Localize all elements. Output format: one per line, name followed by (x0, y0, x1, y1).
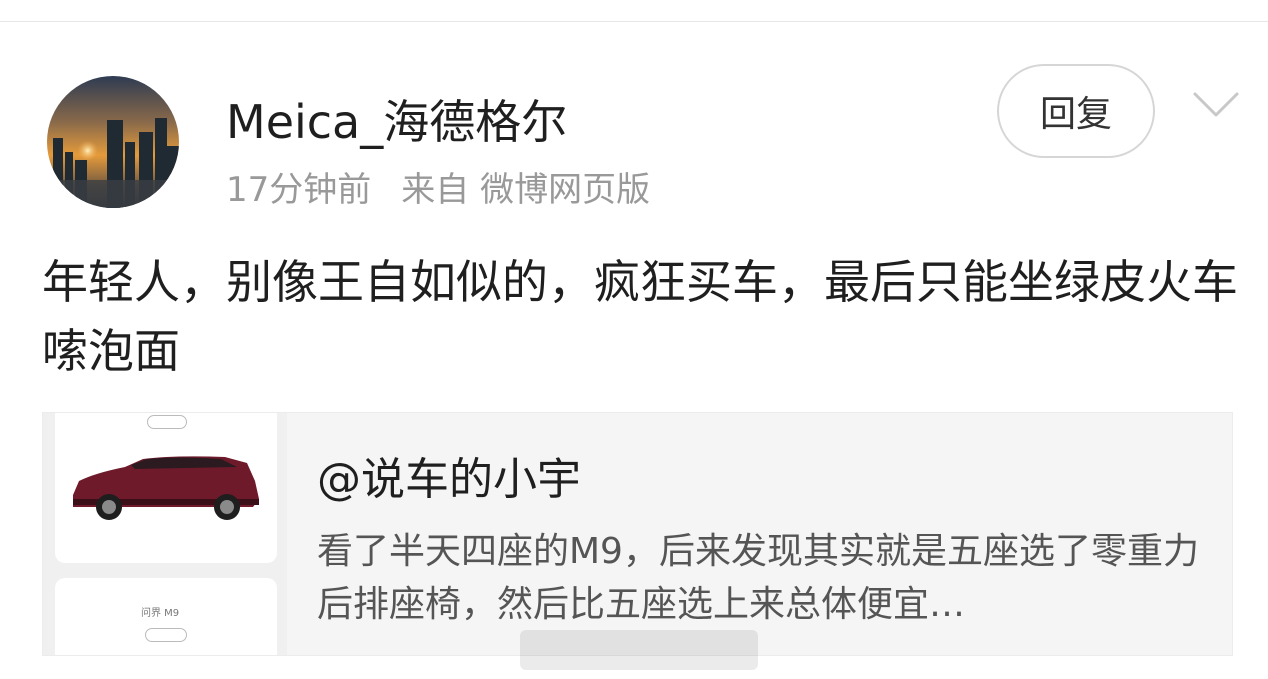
post-time: 17分钟前 (226, 170, 372, 210)
chevron-down-icon[interactable] (1192, 88, 1240, 122)
card-excerpt: 看了半天四座的M9，后来发现其实就是五座选了零重力后排座椅，然后比五座选上来总体… (317, 531, 1199, 625)
loading-overlay-icon (520, 630, 758, 670)
top-divider (0, 21, 1268, 22)
car-image (73, 456, 259, 520)
reply-button[interactable]: 回复 (997, 64, 1155, 158)
post-meta: 17分钟前 来自 微博网页版 (226, 162, 650, 211)
thumb-panel-top (55, 413, 277, 563)
post-source[interactable]: 来自 微博网页版 (401, 170, 650, 210)
thumb-label: 问界 M9 (141, 608, 180, 619)
avatar[interactable] (47, 76, 179, 208)
thumb-panel-bottom: 问界 M9 (55, 578, 277, 655)
author-name[interactable]: Meica_海德格尔 (226, 86, 567, 152)
thumb-pill (145, 628, 187, 642)
card-author[interactable]: @说车的小宇 (317, 443, 581, 507)
quoted-card[interactable]: 问界 M9 @说车的小宇 看了半天四座的M9，后来发现其实就是五座选了零重力后排… (42, 412, 1233, 656)
post-text: 年轻人，别像王自如似的，疯狂买车，最后只能坐绿皮火车嗦泡面 (42, 255, 1238, 378)
city-sunset-avatar-image (47, 76, 179, 208)
card-thumbnail: 问界 M9 (43, 413, 287, 655)
